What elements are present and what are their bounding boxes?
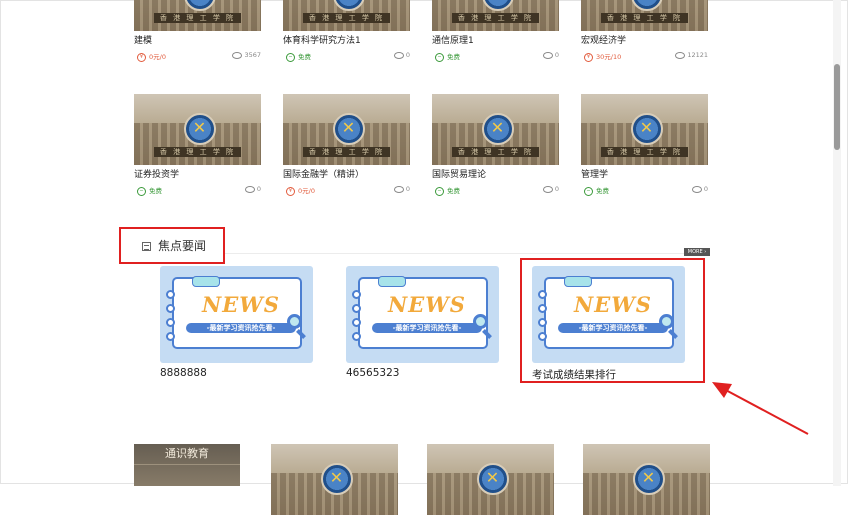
view-count: 0	[542, 185, 559, 193]
annotation-arrow-icon	[712, 382, 809, 435]
course-thumbnail[interactable]	[427, 444, 554, 515]
notebook-ring-icon	[166, 304, 175, 313]
scrollbar[interactable]	[833, 0, 841, 486]
course-card[interactable]	[271, 444, 398, 515]
course-card[interactable]: 香 港 理 工 学 院 建模 ¥0元/0 3567	[134, 0, 261, 63]
news-thumbnail[interactable]: NEWS -最新学习资讯抢先看-	[160, 266, 313, 363]
price-icon: ¥	[137, 52, 146, 62]
eye-icon	[393, 185, 404, 193]
section-title: 焦点要闻	[158, 239, 207, 253]
course-thumbnail[interactable]	[271, 444, 398, 515]
speech-bubble-icon	[192, 276, 220, 287]
view-count: 0	[393, 185, 410, 193]
eye-icon	[542, 51, 553, 59]
school-emblem-icon	[476, 462, 509, 495]
course-card[interactable]: 香 港 理 工 学 院 国际贸易理论 −免费 0	[432, 94, 559, 197]
magnifier-icon	[473, 314, 488, 329]
course-thumbnail[interactable]: 香 港 理 工 学 院	[581, 94, 708, 165]
eye-icon	[232, 51, 243, 59]
course-title[interactable]: 通信原理1	[432, 33, 559, 46]
notebook-ring-icon	[352, 318, 361, 327]
view-count: 0	[244, 185, 261, 193]
course-card[interactable]: 香 港 理 工 学 院 管理学 −免费 0	[581, 94, 708, 197]
notebook-ring-icon	[352, 304, 361, 313]
eye-icon	[393, 51, 404, 59]
course-card[interactable]: 香 港 理 工 学 院 体育科学研究方法1 −免费 0	[283, 0, 410, 63]
course-thumbnail[interactable]: 香 港 理 工 学 院	[283, 94, 410, 165]
view-count: 12121	[675, 51, 708, 59]
course-price: − 免费	[435, 185, 460, 196]
notebook-ring-icon	[166, 290, 175, 299]
school-emblem-icon	[481, 112, 514, 145]
course-title[interactable]: 证券投资学	[134, 167, 261, 180]
course-price: − 免费	[584, 185, 609, 196]
view-count: 0	[393, 51, 410, 59]
course-card[interactable]: 香 港 理 工 学 院 国际金融学（精讲） ¥0元/0 0	[283, 94, 410, 197]
school-emblem-icon	[183, 112, 216, 145]
free-icon: −	[286, 52, 295, 62]
course-thumbnail[interactable]: 香 港 理 工 学 院	[432, 94, 559, 165]
more-button[interactable]: MORE ›	[684, 248, 710, 256]
notebook-ring-icon	[352, 290, 361, 299]
course-price: − 免费	[435, 51, 460, 62]
free-icon: −	[137, 186, 146, 196]
course-card[interactable]	[427, 444, 554, 515]
highlight-box	[520, 258, 705, 383]
course-card[interactable]: 香 港 理 工 学 院 证券投资学 −免费 0	[134, 94, 261, 197]
notebook-ring-icon	[166, 318, 175, 327]
news-icon	[142, 242, 151, 251]
price-icon: ¥	[286, 186, 295, 196]
notebook-ring-icon	[352, 332, 361, 341]
free-icon: −	[584, 186, 593, 196]
course-card[interactable]	[583, 444, 710, 515]
news-title[interactable]: 46565323	[346, 367, 399, 379]
magnifier-icon	[287, 314, 302, 329]
view-count: 3567	[232, 51, 261, 59]
course-title[interactable]: 管理学	[581, 167, 708, 180]
category-label[interactable]: 通识教育	[134, 444, 240, 465]
free-icon: −	[435, 52, 444, 62]
course-title[interactable]: 体育科学研究方法1	[283, 33, 410, 46]
free-icon: −	[435, 186, 444, 196]
view-count: 0	[691, 185, 708, 193]
speech-bubble-icon	[378, 276, 406, 287]
course-thumbnail[interactable]: 香 港 理 工 学 院	[134, 0, 261, 31]
scrollbar-thumb[interactable]	[834, 64, 840, 150]
news-thumbnail[interactable]: NEWS -最新学习资讯抢先看-	[346, 266, 499, 363]
course-thumbnail[interactable]: 香 港 理 工 学 院	[283, 0, 410, 31]
school-emblem-icon	[630, 112, 663, 145]
school-emblem-icon	[320, 462, 353, 495]
course-price: − 免费	[137, 185, 162, 196]
course-price: ¥0元/0	[137, 51, 166, 62]
eye-icon	[244, 185, 255, 193]
course-thumbnail[interactable]: 香 港 理 工 学 院	[432, 0, 559, 31]
eye-icon	[691, 185, 702, 193]
notebook-ring-icon	[166, 332, 175, 341]
course-price: ¥0元/0	[286, 185, 315, 196]
category-card[interactable]: 通识教育	[134, 444, 240, 486]
course-price: − 免费	[286, 51, 311, 62]
eye-icon	[542, 185, 553, 193]
course-price: ¥30元/10	[584, 51, 621, 62]
course-thumbnail[interactable]	[583, 444, 710, 515]
course-thumbnail[interactable]: 香 港 理 工 学 院	[581, 0, 708, 31]
view-count: 0	[542, 51, 559, 59]
price-icon: ¥	[584, 52, 593, 62]
course-card[interactable]: 香 港 理 工 学 院 宏观经济学 ¥30元/10 12121	[581, 0, 708, 63]
course-thumbnail[interactable]: 香 港 理 工 学 院	[134, 94, 261, 165]
school-emblem-icon	[332, 112, 365, 145]
section-divider	[225, 253, 710, 254]
section-header-highlight: 焦点要闻	[119, 227, 225, 264]
school-emblem-icon	[632, 462, 665, 495]
course-title[interactable]: 宏观经济学	[581, 33, 708, 46]
course-title[interactable]: 国际贸易理论	[432, 167, 559, 180]
news-title[interactable]: 8888888	[160, 367, 207, 379]
course-title[interactable]: 建模	[134, 33, 261, 46]
course-title[interactable]: 国际金融学（精讲）	[283, 167, 410, 180]
eye-icon	[675, 51, 686, 59]
course-card[interactable]: 香 港 理 工 学 院 通信原理1 −免费 0	[432, 0, 559, 63]
